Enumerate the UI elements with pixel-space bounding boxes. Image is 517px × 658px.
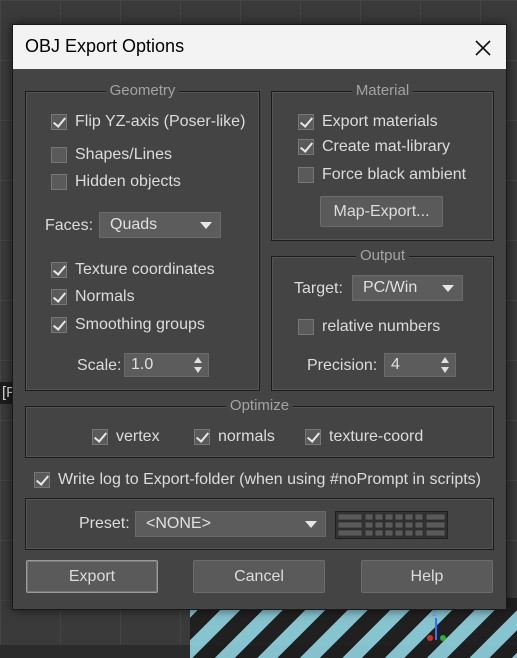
scale-label: Scale:	[77, 357, 122, 374]
checkmark-icon	[51, 289, 67, 305]
relative-numbers-label: relative numbers	[322, 318, 441, 335]
checkmark-icon	[305, 429, 321, 445]
checkmark-icon	[298, 114, 314, 130]
target-value: PC/Win	[363, 279, 418, 296]
normals-label: Normals	[75, 288, 135, 305]
checkmark-icon	[298, 139, 314, 155]
obj-export-dialog: OBJ Export Options Geometry Flip YZ-axis…	[12, 24, 507, 610]
output-legend: Output	[355, 247, 410, 264]
export-button[interactable]: Export	[26, 560, 158, 593]
help-button[interactable]: Help	[361, 560, 493, 593]
relative-numbers-checkbox[interactable]: relative numbers	[298, 318, 440, 336]
checkmark-icon	[92, 429, 108, 445]
write-log-label: Write log to Export-folder (when using #…	[58, 471, 481, 488]
precision-value: 4	[391, 356, 400, 373]
dialog-title: OBJ Export Options	[25, 36, 185, 56]
export-materials-checkbox[interactable]: Export materials	[298, 113, 438, 131]
normals-checkbox[interactable]: Normals	[51, 288, 135, 306]
cancel-button[interactable]: Cancel	[193, 560, 325, 593]
checkmark-icon	[194, 429, 210, 445]
force-black-ambient-checkbox[interactable]: Force black ambient	[298, 166, 466, 184]
optimize-legend: Optimize	[225, 397, 294, 414]
optimize-vertex-checkbox[interactable]: vertex	[92, 428, 160, 446]
preset-dropdown[interactable]: <NONE>	[135, 511, 326, 537]
optimize-texture-coord-checkbox[interactable]: texture-coord	[305, 428, 423, 446]
faces-dropdown[interactable]: Quads	[99, 212, 221, 238]
close-button[interactable]	[470, 35, 496, 61]
map-export-button[interactable]: Map-Export...	[320, 196, 443, 227]
axis-gizmo-icon: z	[427, 608, 446, 641]
smoothing-groups-checkbox[interactable]: Smoothing groups	[51, 316, 205, 334]
checkmark-icon	[51, 317, 67, 333]
checkmark-icon	[51, 114, 67, 130]
optimize-normals-checkbox[interactable]: normals	[194, 428, 275, 446]
optimize-normals-label: normals	[218, 428, 275, 445]
geometry-group: Geometry	[25, 82, 260, 391]
chevron-down-icon	[305, 521, 317, 528]
faces-label: Faces:	[45, 217, 94, 234]
preset-grid-button[interactable]	[335, 511, 448, 539]
flip-yz-label: Flip YZ-axis (Poser-like)	[75, 113, 246, 130]
chevron-down-icon	[200, 222, 212, 229]
target-dropdown[interactable]: PC/Win	[352, 275, 463, 301]
preset-grid-icon	[338, 514, 446, 537]
smoothing-groups-label: Smoothing groups	[75, 316, 205, 333]
texture-coordinates-label: Texture coordinates	[75, 261, 215, 278]
write-log-checkbox[interactable]: Write log to Export-folder (when using #…	[34, 471, 481, 489]
create-mat-library-label: Create mat-library	[322, 138, 451, 155]
preset-value: <NONE>	[146, 515, 211, 532]
spinner-arrows-icon	[194, 357, 204, 373]
create-mat-library-checkbox[interactable]: Create mat-library	[298, 138, 450, 156]
preset-label: Preset:	[79, 515, 130, 532]
spinner-arrows-icon	[441, 357, 451, 373]
scale-spinner[interactable]: 1.0	[124, 353, 209, 377]
export-materials-label: Export materials	[322, 113, 438, 130]
shapes-lines-checkbox[interactable]: Shapes/Lines	[51, 146, 172, 164]
hidden-objects-checkbox[interactable]: Hidden objects	[51, 173, 181, 191]
faces-value: Quads	[110, 216, 158, 233]
scale-down-arrow[interactable]	[194, 367, 202, 373]
optimize-vertex-label: vertex	[116, 428, 160, 445]
scale-up-arrow[interactable]	[194, 357, 202, 363]
precision-label: Precision:	[307, 357, 378, 374]
chevron-down-icon	[442, 285, 454, 292]
geometry-legend: Geometry	[105, 82, 180, 99]
title-bar[interactable]: OBJ Export Options	[13, 25, 506, 69]
force-black-ambient-label: Force black ambient	[322, 166, 467, 183]
close-icon	[475, 40, 491, 56]
precision-spinner[interactable]: 4	[384, 353, 456, 377]
flip-yz-checkbox[interactable]: Flip YZ-axis (Poser-like)	[51, 113, 245, 131]
scale-value: 1.0	[131, 356, 154, 373]
precision-up-arrow[interactable]	[441, 357, 449, 363]
optimize-texture-coord-label: texture-coord	[329, 428, 424, 445]
texture-coordinates-checkbox[interactable]: Texture coordinates	[51, 261, 215, 279]
checkmark-icon	[34, 472, 50, 488]
shapes-lines-label: Shapes/Lines	[75, 146, 172, 163]
material-legend: Material	[351, 82, 414, 99]
checkmark-icon	[51, 262, 67, 278]
hidden-objects-label: Hidden objects	[75, 173, 181, 190]
precision-down-arrow[interactable]	[441, 367, 449, 373]
target-label: Target:	[294, 280, 343, 297]
